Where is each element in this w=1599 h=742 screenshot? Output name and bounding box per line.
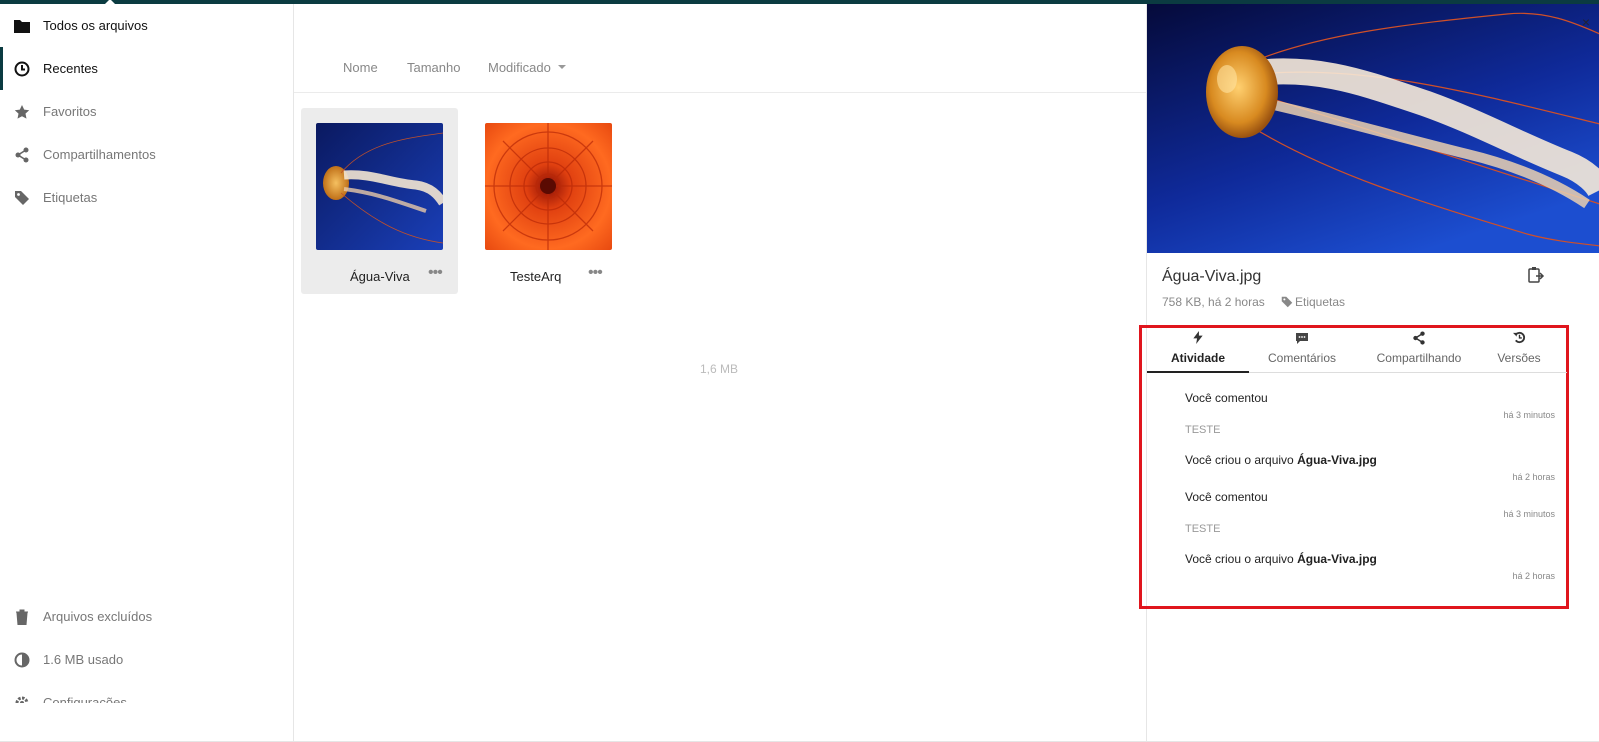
tab-sharing[interactable]: Compartilhando: [1369, 329, 1469, 373]
details-file-meta: 758 KB, há 2 horas: [1162, 295, 1265, 309]
sidebar-item-label: Etiquetas: [43, 190, 98, 205]
details-tags-link[interactable]: Etiquetas: [1281, 295, 1345, 309]
share-icon: [14, 147, 30, 163]
jellyfish-thumbnail: [316, 123, 443, 250]
activity-file-link[interactable]: Água-Viva.jpg: [1297, 453, 1377, 467]
more-actions-icon[interactable]: •••: [428, 264, 443, 282]
details-file-name: Água-Viva.jpg: [1162, 268, 1262, 285]
sidebar-item-deleted-files[interactable]: Arquivos excluídos: [0, 595, 293, 638]
tab-label: Atividade: [1170, 351, 1225, 365]
trash-icon: [14, 609, 30, 625]
tag-icon: [14, 190, 30, 206]
sidebar-item-label: Compartilhamentos: [43, 147, 156, 162]
activity-text: Você comentou: [1185, 490, 1268, 504]
sidebar-item-quota: 1.6 MB usado: [0, 638, 293, 681]
file-name: Água-Viva: [350, 269, 410, 284]
comment-icon: [1259, 331, 1345, 345]
sort-by-name[interactable]: Nome: [343, 60, 378, 75]
activity-time: há 2 horas: [1512, 472, 1555, 482]
tags-label: Etiquetas: [1295, 295, 1346, 309]
tab-comments[interactable]: Comentários: [1259, 329, 1345, 373]
tab-activity[interactable]: Atividade: [1147, 329, 1249, 373]
activity-text: Você criou o arquivo Água-Viva.jpg: [1185, 453, 1377, 467]
sort-header: Nome Tamanho Modificado: [294, 4, 1146, 93]
activity-time: há 3 minutos: [1503, 509, 1555, 519]
folder-icon: [14, 18, 30, 34]
star-icon: [14, 104, 30, 120]
sidebar-item-recent[interactable]: Recentes: [0, 47, 293, 90]
sidebar-item-favorites[interactable]: Favoritos: [0, 90, 293, 133]
tab-label: Compartilhando: [1376, 351, 1462, 365]
bolt-icon: [1147, 331, 1249, 345]
caret-down-icon: [557, 64, 566, 69]
tag-icon: [1281, 296, 1293, 308]
close-icon[interactable]: ×: [1582, 14, 1590, 30]
folder-size-summary: 1,6 MB: [700, 362, 739, 376]
activity-comment: TESTE: [1185, 424, 1221, 436]
file-name: TesteArq: [510, 269, 562, 284]
activity-file-link[interactable]: Água-Viva.jpg: [1297, 552, 1377, 566]
gear-icon: [14, 695, 30, 703]
sidebar-item-settings[interactable]: Configurações: [0, 681, 293, 703]
sort-modified-label: Modificado: [488, 60, 551, 75]
sort-by-size[interactable]: Tamanho: [407, 60, 460, 75]
clock-icon: [14, 61, 30, 77]
tab-versions[interactable]: Versões: [1491, 329, 1547, 373]
file-tile-agua-viva[interactable]: Água-Viva •••: [301, 108, 458, 294]
sidebar-item-label: Configurações: [43, 695, 127, 703]
sidebar-item-label: Favoritos: [43, 104, 97, 119]
tab-label: Versões: [1497, 351, 1541, 365]
jellyfish-preview-image: ×: [1147, 4, 1599, 253]
activity-text-prefix: Você criou o arquivo: [1185, 552, 1298, 566]
sidebar-item-label: Recentes: [43, 61, 98, 76]
sidebar-item-all-files[interactable]: Todos os arquivos: [0, 4, 293, 47]
file-tile-testearq[interactable]: TesteArq •••: [470, 108, 627, 294]
sidebar: Todos os arquivos Recentes Favoritos Com…: [0, 4, 294, 742]
sidebar-item-label: Todos os arquivos: [43, 18, 148, 33]
history-icon: [1491, 331, 1547, 345]
sidebar-item-label: Arquivos excluídos: [43, 609, 153, 624]
flower-thumbnail: [485, 123, 612, 250]
more-actions-icon[interactable]: •••: [588, 264, 603, 282]
sidebar-item-tags[interactable]: Etiquetas: [0, 176, 293, 219]
pie-icon: [14, 652, 30, 668]
copy-link-icon[interactable]: [1527, 266, 1545, 284]
activity-time: há 2 horas: [1512, 571, 1555, 581]
details-sidebar: × Água-Viva.jpg 758 KB, há 2 horas Etiqu…: [1139, 4, 1599, 742]
activity-text: Você comentou: [1185, 391, 1268, 405]
sidebar-item-shares[interactable]: Compartilhamentos: [0, 133, 293, 176]
tab-label: Comentários: [1267, 351, 1337, 365]
activity-comment: TESTE: [1185, 523, 1221, 535]
activity-time: há 3 minutos: [1503, 410, 1555, 420]
share-icon: [1369, 331, 1469, 345]
activity-text-prefix: Você criou o arquivo: [1185, 453, 1298, 467]
file-list-area: Nome Tamanho Modificado Água-Viva ••• Te…: [294, 4, 1146, 742]
details-tabs: Atividade Comentários Compartilhando Ver…: [1147, 329, 1567, 373]
sort-by-modified[interactable]: Modificado: [488, 60, 566, 75]
sidebar-item-label: 1.6 MB usado: [43, 652, 124, 667]
activity-text: Você criou o arquivo Água-Viva.jpg: [1185, 552, 1377, 566]
